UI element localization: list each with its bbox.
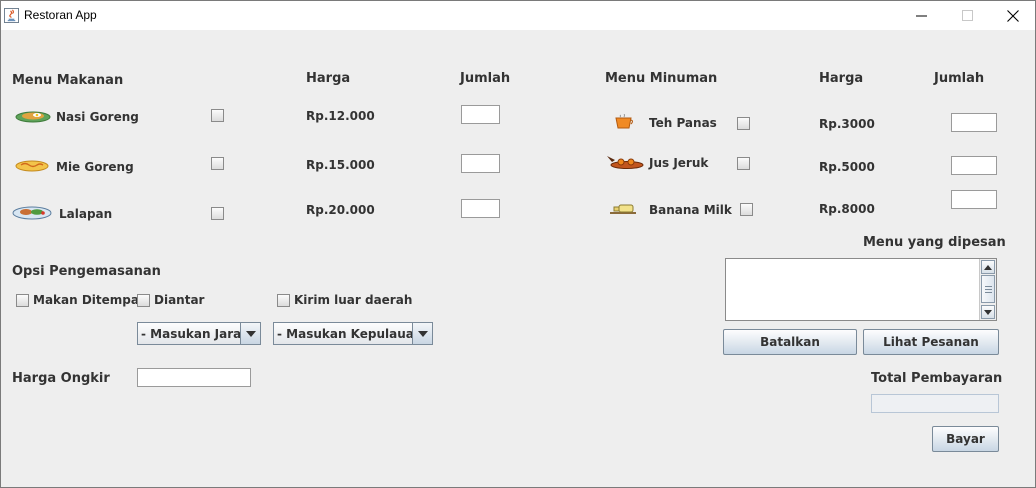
order-summary-heading: Menu yang dipesan: [863, 235, 1006, 250]
maximize-button: [944, 1, 990, 30]
diantar-label: Diantar: [154, 293, 205, 307]
chevron-up-icon: [984, 264, 992, 270]
mie-goreng-checkbox[interactable]: [211, 157, 224, 170]
teh-panas-checkbox[interactable]: [737, 117, 750, 130]
banana-milk-icon: [610, 204, 636, 214]
chevron-down-icon: [417, 330, 428, 337]
jus-jeruk-checkbox[interactable]: [737, 157, 750, 170]
close-button[interactable]: [990, 1, 1036, 30]
chevron-down-icon: [245, 330, 256, 337]
food-price-header: Harga: [306, 71, 351, 86]
teh-panas-qty-input[interactable]: [951, 113, 997, 132]
kirim-luar-daerah-label: Kirim luar daerah: [294, 293, 413, 307]
nasi-goreng-price: Rp.12.000: [306, 109, 375, 123]
lalapan-checkbox[interactable]: [211, 207, 224, 220]
makan-ditempat-label: Makan Ditempat: [33, 293, 145, 307]
lalapan-price: Rp.20.000: [306, 203, 375, 217]
banana-milk-label: Banana Milk: [649, 203, 732, 217]
fried-noodle-plate-icon: [15, 160, 49, 172]
nasi-goreng-checkbox[interactable]: [211, 109, 224, 122]
drink-price-header: Harga: [819, 71, 864, 86]
app-window: Restoran App Menu Makanan Harga Jumlah N…: [0, 0, 1036, 488]
minimize-icon: [915, 15, 927, 17]
nasi-goreng-label: Nasi Goreng: [56, 110, 139, 124]
banana-milk-checkbox[interactable]: [740, 203, 753, 216]
content-panel: Menu Makanan Harga Jumlah Nasi Goreng Rp…: [1, 30, 1035, 487]
lalapan-label: Lalapan: [59, 207, 113, 221]
packaging-heading: Opsi Pengemasanan: [12, 264, 161, 279]
fried-rice-plate-icon: [15, 111, 51, 123]
teh-panas-price: Rp.3000: [819, 117, 875, 131]
distance-select-arrow[interactable]: [240, 323, 260, 344]
total-payment-field: [871, 394, 999, 413]
hot-tea-icon: [615, 114, 633, 129]
order-summary-textarea[interactable]: [725, 258, 997, 321]
orange-juice-icon: [607, 156, 644, 169]
kirim-luar-daerah-checkbox[interactable]: [277, 294, 290, 307]
mie-goreng-qty-input[interactable]: [461, 154, 500, 173]
distance-select-value: - Masukan Jara...: [141, 327, 255, 341]
order-summary-scrollbar[interactable]: [979, 259, 996, 320]
total-payment-heading: Total Pembayaran: [871, 371, 1003, 386]
mie-goreng-label: Mie Goreng: [56, 160, 134, 174]
maximize-icon: [961, 10, 973, 21]
teh-panas-label: Teh Panas: [649, 116, 717, 130]
java-app-icon: [4, 8, 19, 23]
makan-ditempat-checkbox[interactable]: [16, 294, 29, 307]
title-bar: Restoran App: [1, 1, 1035, 30]
jus-jeruk-qty-input[interactable]: [951, 156, 997, 175]
jus-jeruk-label: Jus Jeruk: [649, 156, 709, 170]
distance-select[interactable]: - Masukan Jara...: [137, 322, 261, 345]
pay-button[interactable]: Bayar: [932, 426, 999, 452]
scroll-up-button[interactable]: [981, 260, 995, 274]
view-order-button[interactable]: Lihat Pesanan: [863, 329, 999, 355]
drink-qty-header: Jumlah: [934, 71, 985, 86]
banana-milk-qty-input[interactable]: [951, 190, 997, 209]
lalapan-qty-input[interactable]: [461, 199, 500, 218]
cancel-button[interactable]: Batalkan: [723, 329, 857, 355]
scroll-thumb[interactable]: [981, 275, 995, 303]
scroll-down-button[interactable]: [981, 305, 995, 319]
banana-milk-price: Rp.8000: [819, 202, 875, 216]
shipping-cost-input[interactable]: [137, 368, 251, 387]
drink-menu-heading: Menu Minuman: [605, 71, 718, 86]
chevron-down-icon: [984, 309, 992, 315]
nasi-goreng-qty-input[interactable]: [461, 105, 500, 124]
island-select-value: - Masukan Kepulauan -: [277, 327, 432, 341]
food-qty-header: Jumlah: [460, 71, 511, 86]
window-title: Restoran App: [24, 8, 97, 22]
mie-goreng-price: Rp.15.000: [306, 158, 375, 172]
jus-jeruk-price: Rp.5000: [819, 160, 875, 174]
minimize-button[interactable]: [898, 1, 944, 30]
shipping-label: Harga Ongkir: [12, 371, 110, 386]
island-select-arrow[interactable]: [412, 323, 432, 344]
diantar-checkbox[interactable]: [137, 294, 150, 307]
close-icon: [1007, 9, 1019, 22]
island-select[interactable]: - Masukan Kepulauan -: [273, 322, 433, 345]
food-menu-heading: Menu Makanan: [12, 73, 124, 88]
lalapan-plate-icon: [12, 206, 52, 220]
